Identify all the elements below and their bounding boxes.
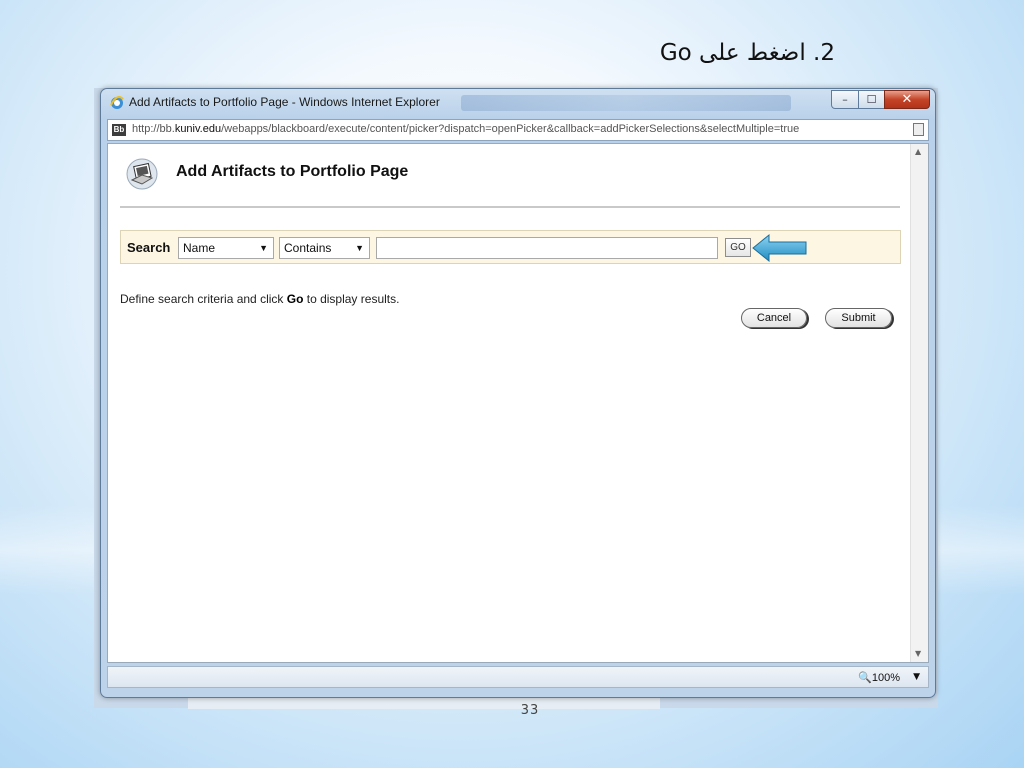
internet-explorer-icon (110, 96, 124, 109)
cancel-button[interactable]: Cancel (741, 308, 807, 328)
submit-button[interactable]: Submit (825, 308, 892, 328)
url-host: kuniv.edu (174, 123, 222, 135)
chevron-down-icon: ▼ (355, 243, 364, 253)
search-field-select[interactable]: Name ▼ (178, 237, 274, 259)
title-divider (120, 206, 900, 208)
scroll-up-icon[interactable]: ▲ (915, 147, 921, 156)
popup-window: Add Artifacts to Portfolio Page - Window… (100, 88, 936, 698)
hint-text-end: to display results. (303, 292, 400, 306)
status-bar: 🔍100% ▼ (107, 666, 929, 688)
search-hint: Define search criteria and click Go to d… (120, 292, 399, 306)
minimize-button[interactable]: – (831, 90, 859, 109)
chevron-down-icon: ▼ (259, 243, 268, 253)
address-url[interactable]: http://bb.kuniv.edu/webapps/blackboard/e… (132, 123, 799, 135)
address-bar[interactable]: Bb http://bb.kuniv.edu/webapps/blackboar… (107, 119, 929, 141)
artifacts-icon (126, 158, 158, 190)
search-bar: Search Name ▼ Contains ▼ GO (120, 230, 901, 264)
blackboard-site-icon: Bb (112, 124, 126, 136)
search-field-value: Name (183, 241, 216, 255)
url-path: /webapps/blackboard/execute/content/pick… (221, 123, 800, 135)
scroll-down-icon[interactable]: ▼ (915, 649, 921, 658)
zoom-value: 100% (871, 672, 900, 684)
window-title: Add Artifacts to Portfolio Page - Window… (129, 95, 440, 109)
close-button[interactable]: ✕ (884, 90, 930, 109)
background-taskbar-ghost (461, 95, 791, 111)
page-content: Add Artifacts to Portfolio Page Search N… (107, 143, 929, 663)
search-label: Search (127, 240, 171, 255)
url-prefix: http://bb. (132, 123, 175, 135)
maximize-button[interactable]: ☐ (858, 90, 885, 109)
search-input[interactable] (376, 237, 718, 259)
page-title: Add Artifacts to Portfolio Page (176, 163, 409, 180)
search-operator-select[interactable]: Contains ▼ (279, 237, 370, 259)
slide-title: 2. اضغط على Go (659, 40, 835, 66)
slide-page-number: 33 (520, 703, 540, 718)
pointer-arrow-icon (752, 233, 807, 263)
go-button[interactable]: GO (725, 238, 751, 257)
zoom-level[interactable]: 🔍100% (858, 671, 900, 684)
window-titlebar[interactable]: Add Artifacts to Portfolio Page - Window… (101, 89, 935, 117)
hint-text-start: Define search criteria and click (120, 292, 287, 306)
vertical-scrollbar[interactable]: ▲ ▼ (910, 144, 928, 662)
hint-text-go: Go (286, 292, 304, 306)
search-operator-value: Contains (284, 241, 332, 255)
page-icon (913, 123, 924, 136)
chevron-down-icon[interactable]: ▼ (913, 672, 920, 682)
